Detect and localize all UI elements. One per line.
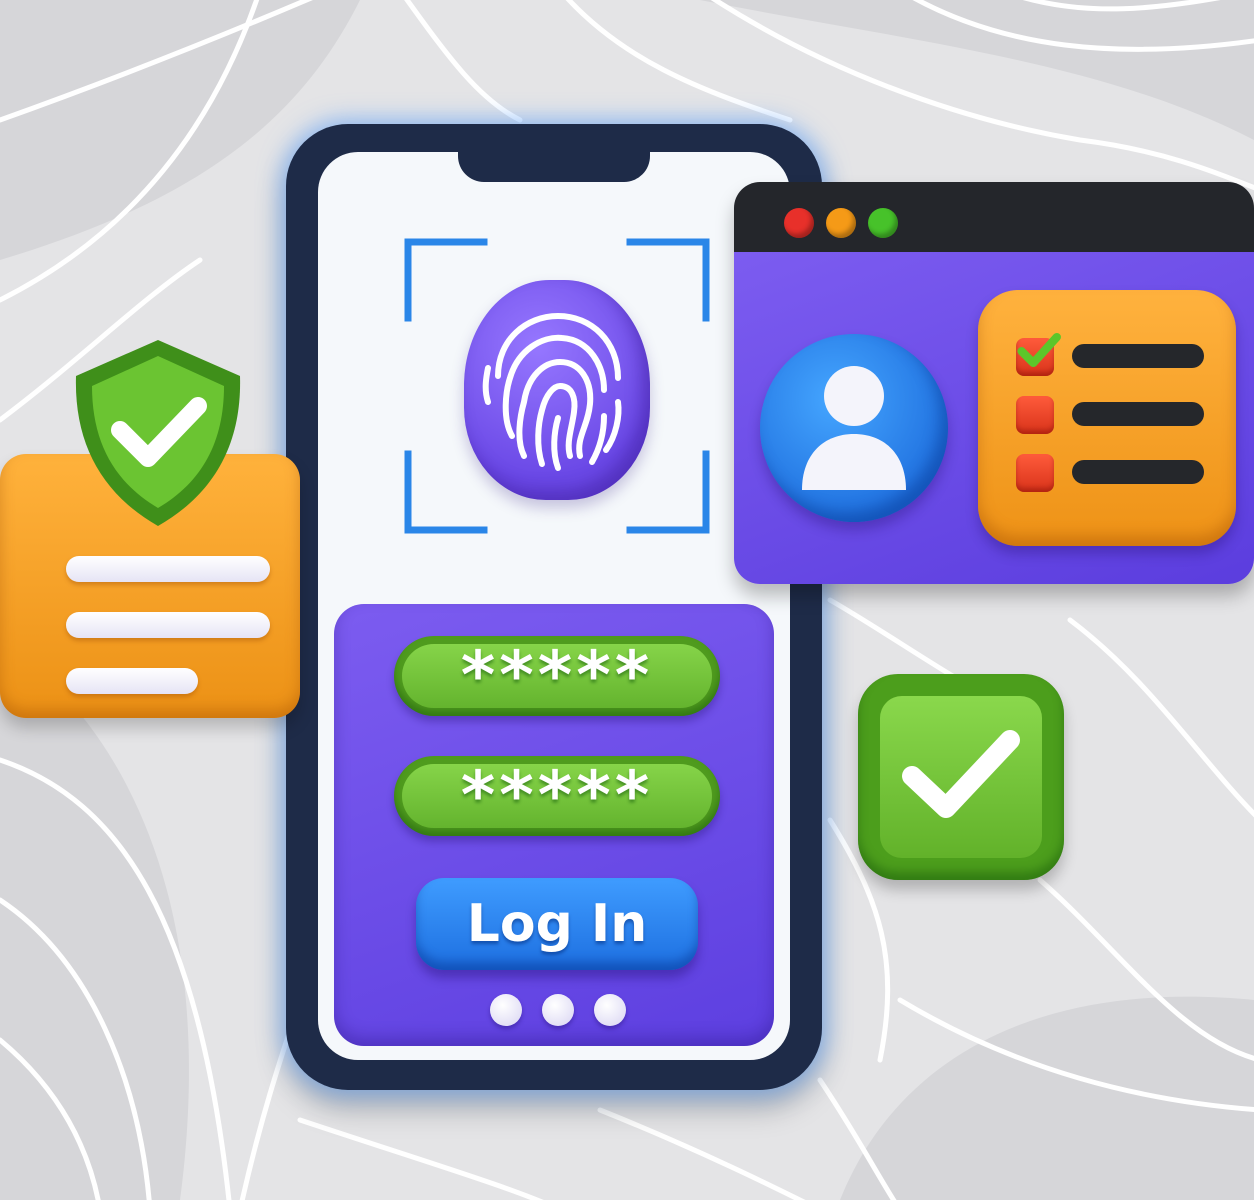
- phone-notch: [458, 152, 650, 182]
- avatar[interactable]: [760, 334, 948, 522]
- window-body: [734, 252, 1254, 584]
- dot-2[interactable]: [542, 994, 574, 1026]
- shield-check-icon: [75, 340, 241, 526]
- password-field-1[interactable]: *****: [394, 636, 720, 716]
- browser-window: [734, 182, 1254, 584]
- fingerprint-button[interactable]: [464, 280, 650, 500]
- document-line-2: [66, 612, 270, 638]
- dot-3[interactable]: [594, 994, 626, 1026]
- fingerprint-icon: [482, 312, 622, 471]
- maximize-window-button[interactable]: [868, 208, 898, 238]
- password-field-2[interactable]: *****: [394, 756, 720, 836]
- dot-1[interactable]: [490, 994, 522, 1026]
- checklist-line-2: [1072, 402, 1204, 426]
- login-button[interactable]: Log In: [416, 878, 698, 970]
- check-icon: [902, 730, 1020, 818]
- check-icon: [1017, 332, 1061, 368]
- checklist-card: [978, 290, 1236, 546]
- checklist-row-1[interactable]: [1016, 332, 1204, 376]
- password-field-2-value: *****: [460, 757, 654, 834]
- document-line-3: [66, 668, 198, 694]
- checklist-line-3: [1072, 460, 1204, 484]
- login-panel: ***** ***** Log In: [334, 604, 774, 1046]
- password-field-1-value: *****: [460, 637, 654, 714]
- check-tile-face: [880, 696, 1042, 858]
- checkbox-unchecked[interactable]: [1016, 454, 1054, 492]
- window-title-bar: [734, 182, 1254, 260]
- minimize-window-button[interactable]: [826, 208, 856, 238]
- checklist-line-1: [1072, 344, 1204, 368]
- checkbox-unchecked[interactable]: [1016, 396, 1054, 434]
- user-icon: [802, 366, 906, 490]
- checklist-row-3[interactable]: [1016, 452, 1204, 492]
- document-line-1: [66, 556, 270, 582]
- close-window-button[interactable]: [784, 208, 814, 238]
- checklist-row-2[interactable]: [1016, 394, 1204, 434]
- pagination-dots: [490, 994, 626, 1030]
- confirm-check-tile[interactable]: [858, 674, 1064, 880]
